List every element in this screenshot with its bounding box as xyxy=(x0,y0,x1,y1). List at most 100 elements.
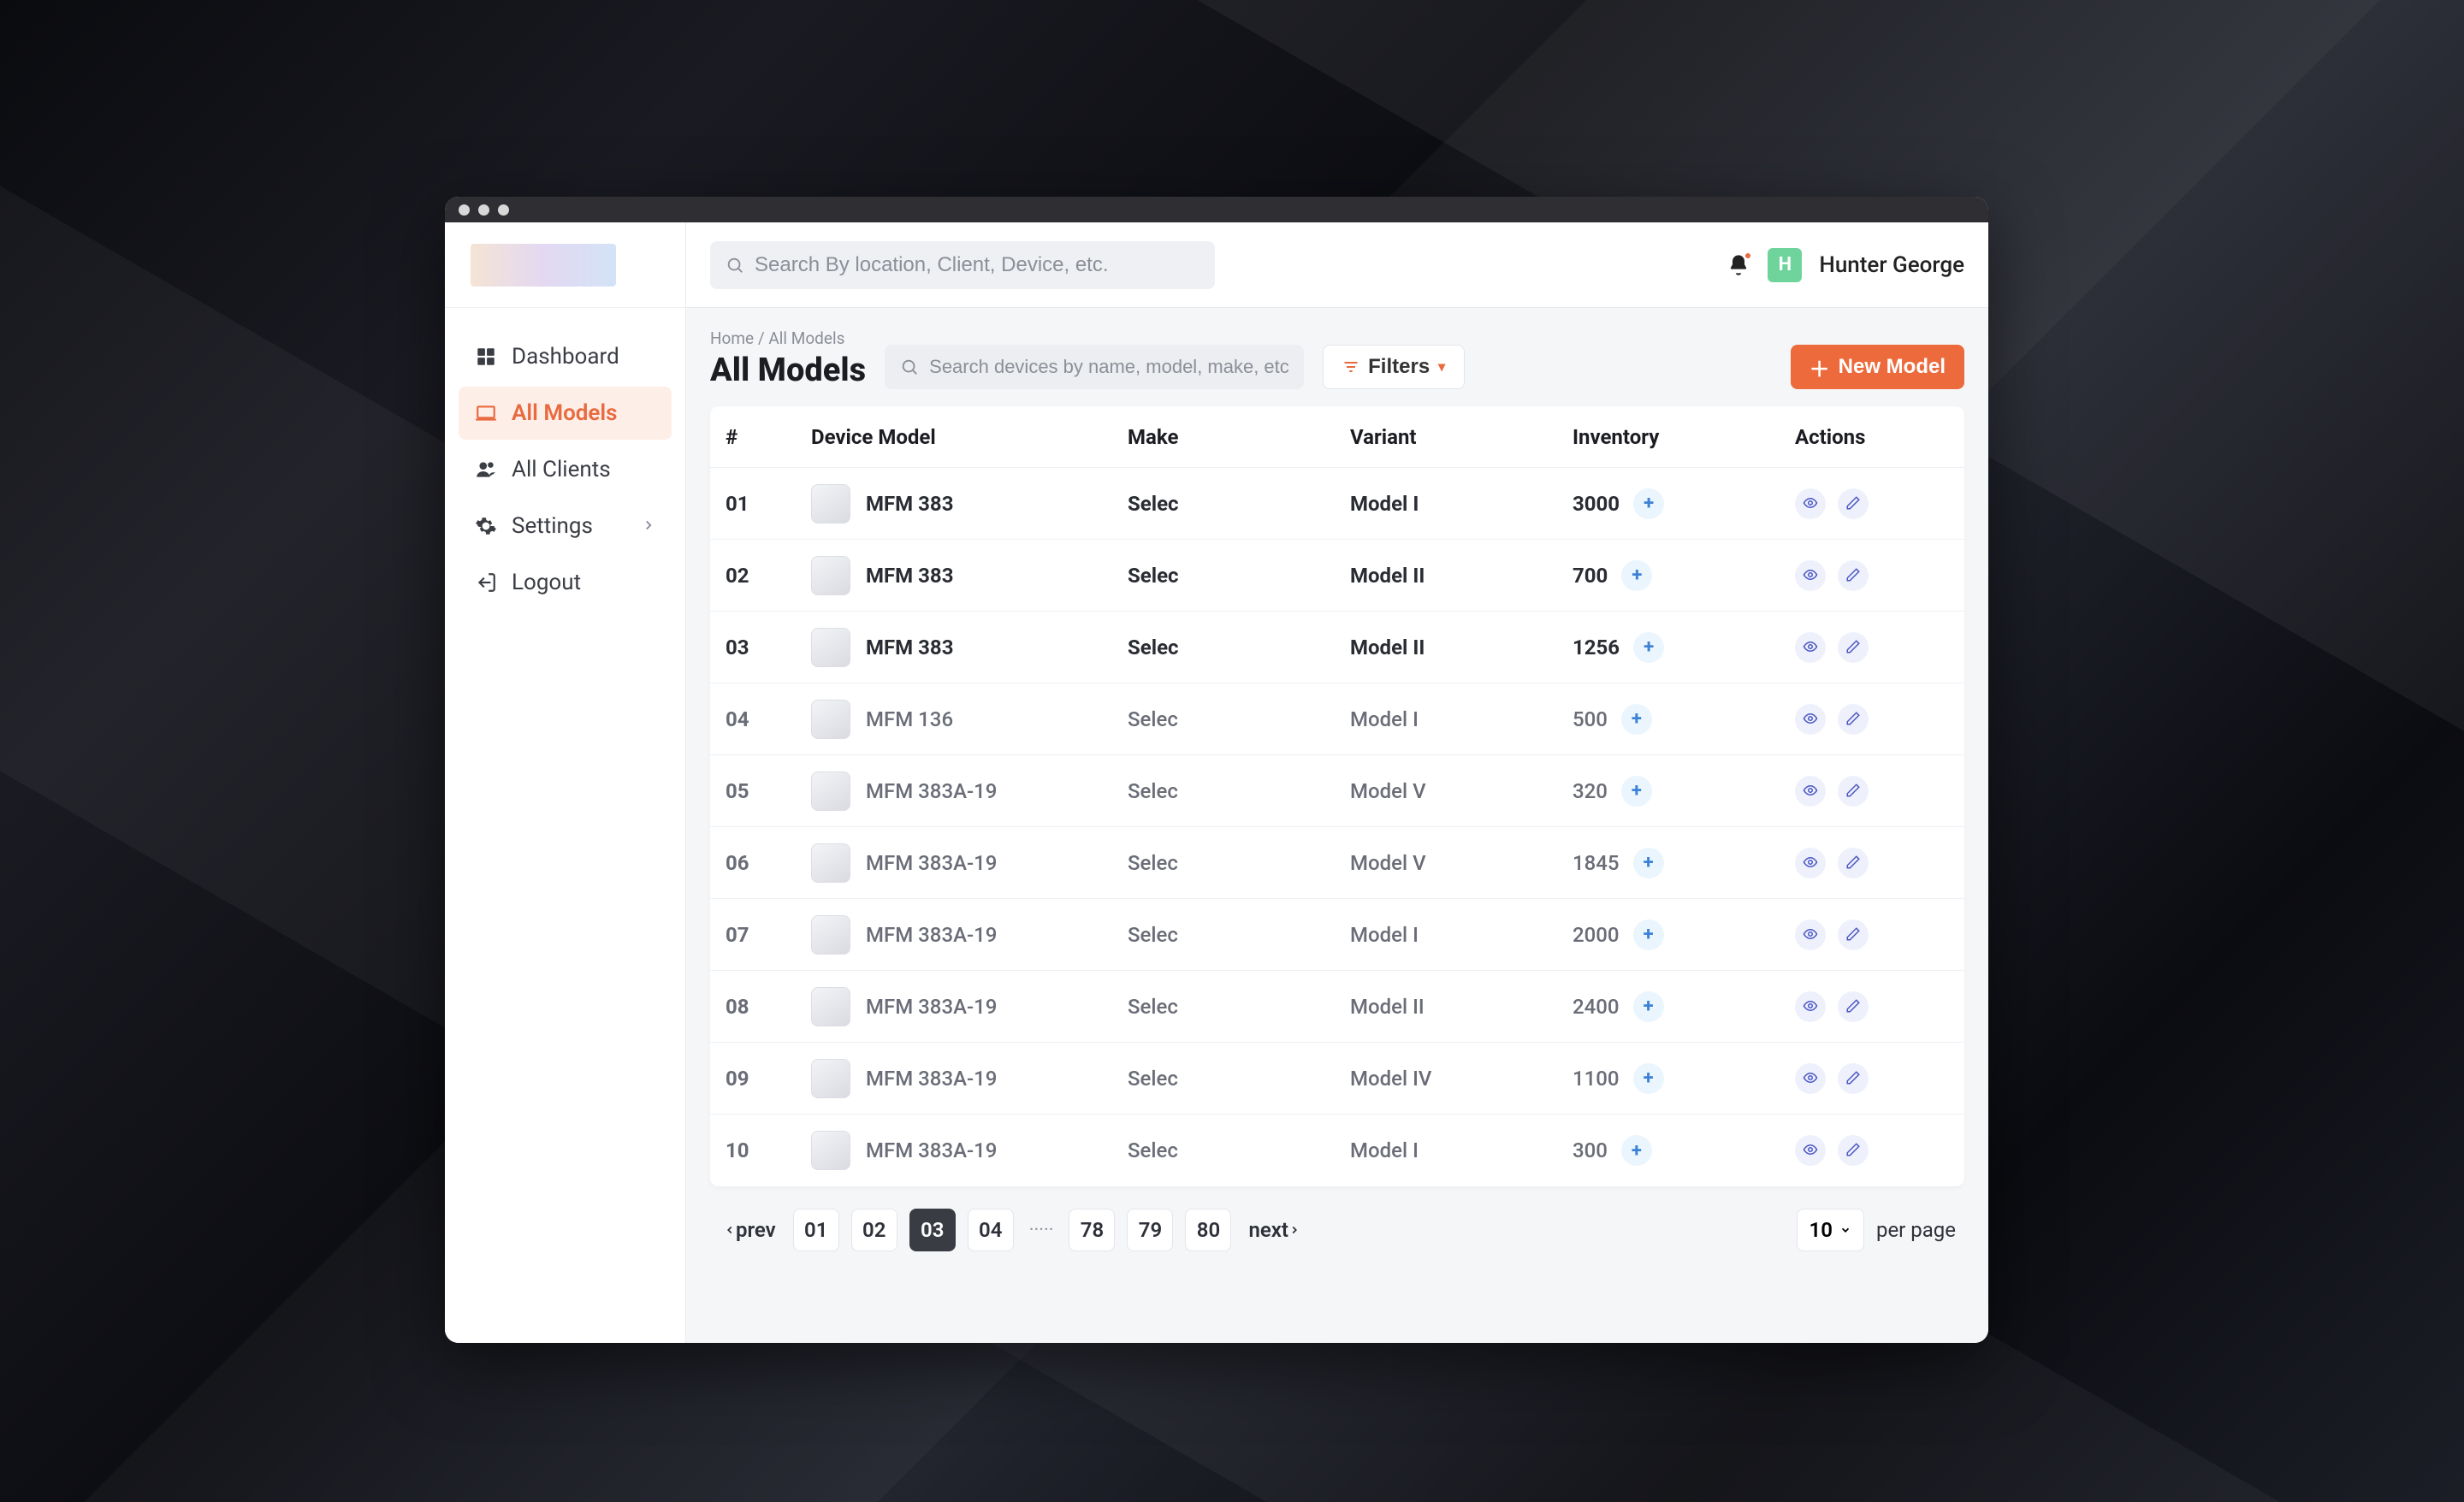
edit-button[interactable] xyxy=(1838,1135,1869,1166)
page-number-button[interactable]: 02 xyxy=(851,1209,897,1251)
add-inventory-button[interactable]: + xyxy=(1621,1135,1652,1166)
cell-device-model: MFM 383A-19 xyxy=(811,772,1128,811)
avatar[interactable]: H xyxy=(1768,248,1802,282)
filters-button[interactable]: Filters ▾ xyxy=(1323,345,1465,389)
cell-make: Selec xyxy=(1128,923,1350,947)
table-search[interactable] xyxy=(885,345,1304,389)
add-inventory-button[interactable]: + xyxy=(1633,848,1664,878)
view-button[interactable] xyxy=(1795,1135,1826,1166)
edit-button[interactable] xyxy=(1838,920,1869,950)
sidebar-item-settings[interactable]: Settings xyxy=(459,500,672,553)
cell-index: 08 xyxy=(726,995,811,1019)
col-device-model: Device Model xyxy=(811,425,1128,449)
window-close-dot[interactable] xyxy=(459,204,470,216)
view-button[interactable] xyxy=(1795,704,1826,735)
sidebar-item-all-clients[interactable]: All Clients xyxy=(459,443,672,496)
window-titlebar xyxy=(445,197,1988,222)
page-numbers-right: 78 79 80 xyxy=(1069,1209,1231,1251)
view-button[interactable] xyxy=(1795,488,1826,519)
inventory-value: 300 xyxy=(1573,1138,1608,1162)
table-row: 07MFM 383A-19SelecModel I2000+ xyxy=(710,899,1964,971)
device-thumbnail xyxy=(811,700,850,739)
add-inventory-button[interactable]: + xyxy=(1621,776,1652,807)
breadcrumb[interactable]: Home / All Models xyxy=(710,328,866,348)
notifications-button[interactable] xyxy=(1727,253,1750,277)
page-number-button[interactable]: 01 xyxy=(793,1209,839,1251)
add-inventory-button[interactable]: + xyxy=(1633,920,1664,950)
sidebar-item-all-models[interactable]: All Models xyxy=(459,387,672,440)
edit-button[interactable] xyxy=(1838,848,1869,878)
cell-index: 06 xyxy=(726,851,811,875)
edit-button[interactable] xyxy=(1838,632,1869,663)
sidebar-item-dashboard[interactable]: Dashboard xyxy=(459,330,672,383)
search-icon xyxy=(900,358,919,376)
global-search[interactable] xyxy=(710,241,1215,289)
window-zoom-dot[interactable] xyxy=(498,204,509,216)
device-model-name: MFM 383A-19 xyxy=(866,995,997,1019)
app-window: Dashboard All Models All Clients xyxy=(445,197,1988,1343)
cell-make: Selec xyxy=(1128,851,1350,875)
add-inventory-button[interactable]: + xyxy=(1633,1063,1664,1094)
page-numbers-left: 01 02 03 04 xyxy=(793,1209,1014,1251)
cell-variant: Model I xyxy=(1350,707,1573,731)
chevron-down-icon: ▾ xyxy=(1438,358,1445,376)
edit-button[interactable] xyxy=(1838,776,1869,807)
eye-icon xyxy=(1803,995,1818,1019)
add-inventory-button[interactable]: + xyxy=(1621,704,1652,735)
edit-button[interactable] xyxy=(1838,1063,1869,1094)
eye-icon xyxy=(1803,923,1818,947)
add-inventory-button[interactable]: + xyxy=(1633,488,1664,519)
col-make: Make xyxy=(1128,425,1350,449)
page-next-button[interactable]: next xyxy=(1243,1209,1306,1251)
add-inventory-button[interactable]: + xyxy=(1621,560,1652,591)
view-button[interactable] xyxy=(1795,848,1826,878)
new-model-button[interactable]: ＋ New Model xyxy=(1791,345,1964,389)
cell-actions xyxy=(1795,1135,1949,1166)
inventory-value: 1845 xyxy=(1573,851,1620,875)
page-ellipsis: ····· xyxy=(1026,1220,1057,1241)
add-inventory-button[interactable]: + xyxy=(1633,632,1664,663)
table-row: 10MFM 383A-19SelecModel I300+ xyxy=(710,1115,1964,1186)
sidebar-item-label: Logout xyxy=(512,570,581,595)
device-model-name: MFM 383 xyxy=(866,636,953,659)
inventory-value: 3000 xyxy=(1573,492,1620,516)
page-number-button[interactable]: 04 xyxy=(968,1209,1014,1251)
inventory-value: 1256 xyxy=(1573,636,1620,659)
pencil-icon xyxy=(1845,1067,1861,1091)
table-row: 06MFM 383A-19SelecModel V1845+ xyxy=(710,827,1964,899)
page-prev-button[interactable]: prev xyxy=(719,1209,781,1251)
view-button[interactable] xyxy=(1795,560,1826,591)
edit-button[interactable] xyxy=(1838,704,1869,735)
sidebar-item-logout[interactable]: Logout xyxy=(459,556,672,609)
edit-button[interactable] xyxy=(1838,560,1869,591)
cell-index: 02 xyxy=(726,564,811,588)
window-minimize-dot[interactable] xyxy=(478,204,489,216)
sidebar-item-label: Dashboard xyxy=(512,344,619,370)
cell-device-model: MFM 383 xyxy=(811,556,1128,595)
global-search-input[interactable] xyxy=(755,253,1199,277)
cell-inventory: 2400+ xyxy=(1573,991,1795,1022)
page-number-button[interactable]: 78 xyxy=(1069,1209,1115,1251)
pencil-icon xyxy=(1845,1138,1861,1162)
cell-index: 04 xyxy=(726,707,811,731)
edit-button[interactable] xyxy=(1838,488,1869,519)
pencil-icon xyxy=(1845,851,1861,875)
paginator: prev 01 02 03 04 ····· 78 79 80 next 10 xyxy=(710,1186,1964,1260)
table-search-input[interactable] xyxy=(929,356,1288,378)
per-page-label: per page xyxy=(1876,1218,1956,1242)
view-button[interactable] xyxy=(1795,1063,1826,1094)
view-button[interactable] xyxy=(1795,632,1826,663)
view-button[interactable] xyxy=(1795,920,1826,950)
edit-button[interactable] xyxy=(1838,991,1869,1022)
per-page-select[interactable]: 10 xyxy=(1797,1209,1864,1251)
cell-device-model: MFM 383A-19 xyxy=(811,915,1128,955)
add-inventory-button[interactable]: + xyxy=(1633,991,1664,1022)
page-number-button[interactable]: 79 xyxy=(1127,1209,1173,1251)
page-header: Home / All Models All Models Filters ▾ xyxy=(686,308,1988,406)
view-button[interactable] xyxy=(1795,991,1826,1022)
eye-icon xyxy=(1803,851,1818,875)
chevron-down-icon xyxy=(1839,1224,1851,1236)
page-number-button[interactable]: 80 xyxy=(1185,1209,1231,1251)
page-number-button[interactable]: 03 xyxy=(909,1209,956,1251)
view-button[interactable] xyxy=(1795,776,1826,807)
